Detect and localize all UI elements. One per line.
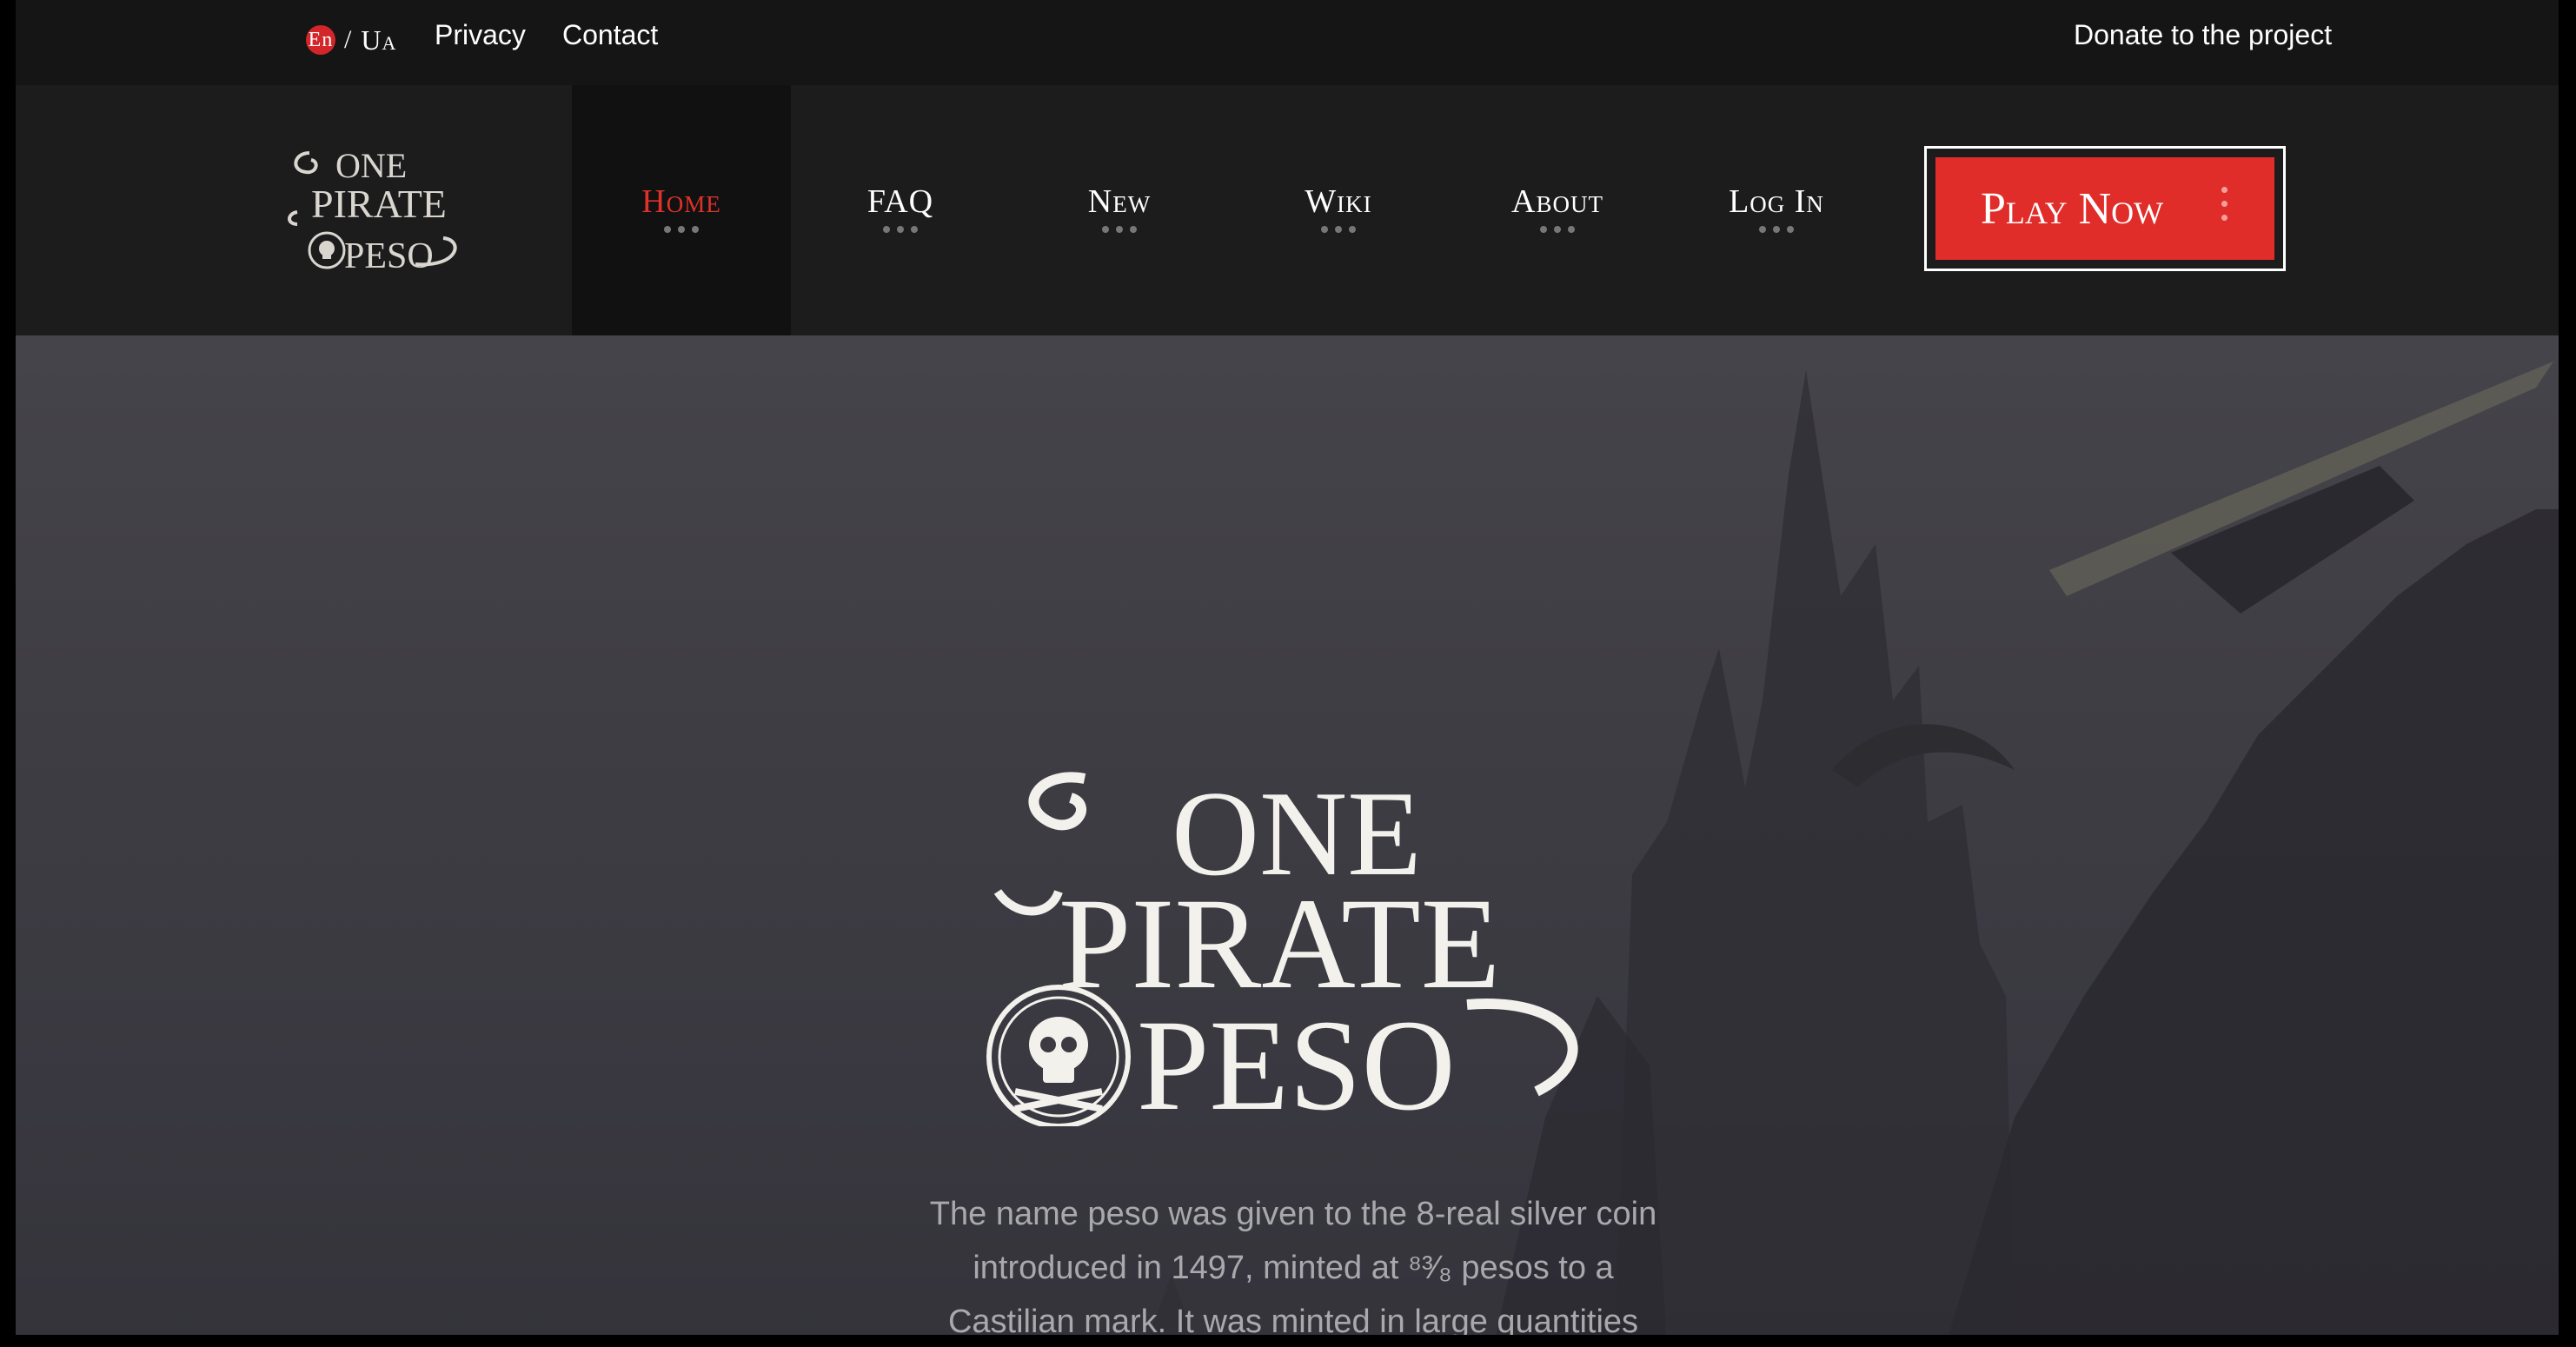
nav-new-label: New [1087,183,1152,220]
nav-item-faq[interactable]: FAQ [791,85,1010,335]
nav-home-label: Home [641,183,721,220]
nav-item-new[interactable]: New [1010,85,1229,335]
hero-description-line1: The name peso was given to the 8-real si… [929,1196,1657,1232]
frame-edge-left [0,0,16,1347]
language-switcher: En / Ua [306,23,396,57]
nav-about-label: About [1511,183,1603,220]
nav-home-dots [664,226,699,233]
nav-new-dots [1102,226,1137,233]
hero-logo-line3: PESO [1137,993,1456,1126]
play-now-button[interactable]: Play Now [1935,157,2274,260]
nav-item-about[interactable]: About [1448,85,1667,335]
hero-logo: ONE PIRATE PESO [986,766,1578,1126]
top-bar: En / Ua Privacy Contact Donate to the pr… [0,0,2576,85]
lang-ua-button[interactable]: Ua [361,24,396,56]
nav-faq-label: FAQ [866,183,934,220]
site-logo[interactable]: ONE PIRATE PESO [285,137,476,276]
lang-separator: / [344,25,353,54]
donate-link[interactable]: Donate to the project [2074,19,2332,51]
kebab-icon [2221,187,2227,221]
nav-item-home[interactable]: Home [572,85,791,335]
frame-edge-right [2559,0,2576,1347]
nav-wiki-label: Wiki [1305,183,1372,220]
logo-small-line3: PESO [344,236,434,276]
page-frame: En / Ua Privacy Contact Donate to the pr… [0,0,2576,1347]
nav-login-label: Log In [1729,183,1824,220]
nav-wiki-dots [1321,226,1356,233]
logo-small-line2: PIRATE [311,182,447,226]
hero-description: The name peso was given to the 8-real si… [902,1187,1684,1347]
logo-small-line1: ONE [335,146,407,185]
play-now-label: Play Now [1981,183,2164,234]
nav-about-dots [1540,226,1575,233]
main-navigation: ONE PIRATE PESO Home FAQ New Wiki About … [16,85,2559,335]
nav-login-dots [1759,226,1794,233]
hero-section: ONE PIRATE PESO The name peso was given … [16,335,2559,1347]
nav-item-wiki[interactable]: Wiki [1229,85,1448,335]
hero-description-line2: introduced in 1497, minted at ⁸³⁄₈ pesos… [973,1250,1614,1286]
nav-item-login[interactable]: Log In [1667,85,1886,335]
lang-en-button[interactable]: En [306,25,335,55]
contact-link[interactable]: Contact [562,19,658,51]
frame-edge-bottom [0,1335,2576,1347]
privacy-link[interactable]: Privacy [435,19,526,51]
nav-faq-dots [883,226,918,233]
play-now-frame: Play Now [1924,146,2286,271]
